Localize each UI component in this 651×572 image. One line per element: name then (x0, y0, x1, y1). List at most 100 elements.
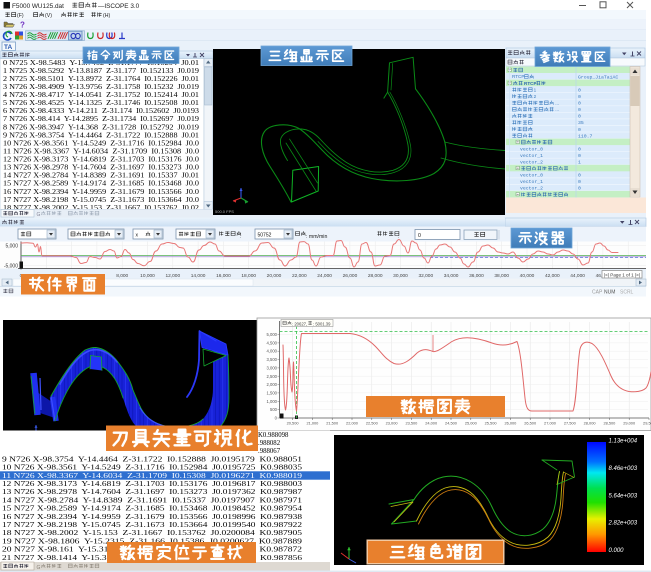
svg-text:vector_0: vector_0 (520, 173, 543, 179)
svg-text:7 N726 X-98.414 Y-14.2895 Z-: 7 N726 X-98.414 Y-14.2895 Z-31.1734 I0.1… (3, 116, 200, 123)
svg-text:0: 0 (578, 101, 581, 107)
svg-text:14,000: 14,000 (191, 273, 206, 279)
svg-text:.988067: .988067 (258, 448, 281, 455)
svg-text:14 N727 X-98.2784 Y-14.8389: 14 N727 X-98.2784 Y-14.8389 Z-31.1691 I0… (3, 173, 200, 180)
svg-text:5.64e+003: 5.64e+003 (609, 493, 638, 499)
svg-text:16,000: 16,000 (216, 273, 231, 279)
svg-text:21,500: 21,500 (326, 421, 339, 426)
svg-text:0: 0 (578, 146, 581, 152)
svg-text:SCRL: SCRL (620, 290, 634, 296)
svg-text:: 5001.39: : 5001.39 (313, 321, 331, 326)
svg-text:26,000: 26,000 (504, 421, 517, 426)
svg-text:1.13e+004: 1.13e+004 (609, 439, 638, 445)
svg-text:2: 2 (534, 94, 537, 99)
svg-text:10,000: 10,000 (140, 273, 155, 279)
svg-text:38,000: 38,000 (494, 273, 509, 279)
svg-text:(F): (F) (17, 13, 24, 19)
svg-text:0: 0 (578, 127, 581, 133)
svg-text:15 N727 X-98.2589 Y-14.9174: 15 N727 X-98.2589 Y-14.9174 Z-31.1685 I0… (2, 506, 303, 513)
svg-text:(H): (H) (103, 13, 110, 19)
svg-text:24,000: 24,000 (425, 421, 438, 426)
svg-text:23,500: 23,500 (405, 421, 418, 426)
svg-text:16 N727 X-98.2394 Y-14.9959: 16 N727 X-98.2394 Y-14.9959 Z-31.1679 I0… (3, 189, 200, 196)
svg-text:20,500: 20,500 (287, 421, 300, 426)
svg-text:12 N726 X-98.3173 Y-14.6819: 12 N726 X-98.3173 Y-14.6819 Z-31.1703 I0… (2, 481, 303, 488)
svg-text:12 N726 X-98.3173 Y-14.6819: 12 N726 X-98.3173 Y-14.6819 Z-31.1703 I0… (3, 157, 200, 164)
svg-text:6 N726 X-98.4333 Y-14.211 Z-: 6 N726 X-98.4333 Y-14.211 Z-31.174 I0.15… (3, 108, 200, 115)
svg-text:(V): (V) (45, 13, 52, 19)
svg-text:0: 0 (578, 173, 581, 179)
svg-text:4,000: 4,000 (267, 349, 278, 354)
svg-text:2.82e+003: 2.82e+003 (608, 521, 638, 527)
svg-text:3,000: 3,000 (267, 365, 278, 370)
svg-text:.988082: .988082 (258, 440, 281, 447)
svg-text:28,000: 28,000 (368, 273, 383, 279)
svg-text:G: G (37, 565, 41, 571)
svg-text:1 N725 X-98.5292 Y-13.8187 Z: 1 N725 X-98.5292 Y-13.8187 Z-31.177 I0.1… (3, 68, 200, 75)
svg-text:0: 0 (418, 233, 421, 239)
svg-text:0: 0 (578, 114, 581, 120)
svg-text:TA: TA (4, 44, 12, 51)
svg-text:13 N726 X-98.2978 Y-14.7604: 13 N726 X-98.2978 Y-14.7604 Z-31.1697 I0… (2, 489, 303, 496)
svg-text:12,000: 12,000 (165, 273, 180, 279)
svg-text:vector_2: vector_2 (520, 160, 543, 166)
svg-text:18,000: 18,000 (241, 273, 256, 279)
svg-text:24,500: 24,500 (445, 421, 458, 426)
svg-text:: 20627,: : 20627, (292, 321, 307, 326)
svg-text:3 N726 X-98.4909 Y-13.9756 Z: 3 N726 X-98.4909 Y-13.9756 Z-31.1758 I0.… (3, 84, 200, 91)
svg-text:|<| Page 1 of 1 |>|: |<| Page 1 of 1 |>| (604, 273, 640, 278)
svg-text:13 N726 X-98.2978 Y-14.7604: 13 N726 X-98.2978 Y-14.7604 Z-31.1697 I0… (3, 165, 200, 172)
svg-text:Group_JiaTaiAC: Group_JiaTaiAC (578, 74, 618, 80)
svg-text:29,000: 29,000 (623, 421, 636, 426)
svg-text:18 N727 X-98.2002 Y-15.153 Z: 18 N727 X-98.2002 Y-15.153 Z-31.1667 I0.… (2, 530, 303, 537)
svg-text:110.7: 110.7 (578, 133, 593, 139)
svg-text:G: G (37, 212, 41, 218)
svg-text:27,000: 27,000 (544, 421, 557, 426)
svg-text:RTCP: RTCP (524, 81, 537, 86)
svg-text:21,000: 21,000 (306, 421, 319, 426)
svg-text:vector_1: vector_1 (520, 179, 543, 185)
svg-text:22,000: 22,000 (346, 421, 359, 426)
svg-text:0: 0 (578, 107, 581, 113)
svg-text:2,000: 2,000 (267, 382, 278, 387)
svg-text:5,000: 5,000 (267, 332, 278, 337)
svg-text:26,500: 26,500 (524, 421, 537, 426)
svg-text:42,000: 42,000 (545, 273, 560, 279)
svg-text:4 N726 X-98.4717 Y-14.0541 Z: 4 N726 X-98.4717 Y-14.0541 Z-31.1752 I0.… (3, 92, 200, 99)
svg-text:24,000: 24,000 (317, 273, 332, 279)
svg-text:44,000: 44,000 (570, 273, 585, 279)
svg-text:17 N727 X-98.2198 Y-15.0745: 17 N727 X-98.2198 Y-15.0745 Z-31.1673 I0… (3, 197, 200, 204)
svg-text:8 N726 X-98.3947 Y-14.368 Z-: 8 N726 X-98.3947 Y-14.368 Z-31.1728 I0.1… (3, 124, 200, 131)
svg-text:28,500: 28,500 (603, 421, 616, 426)
svg-text:0: 0 (578, 179, 581, 185)
svg-text:10 N726 X-98.3561 Y-14.5249: 10 N726 X-98.3561 Y-14.5249 Z-31.1716 I0… (2, 465, 303, 472)
svg-text:23,000: 23,000 (386, 421, 399, 426)
svg-text:3,500: 3,500 (267, 357, 278, 362)
svg-text:?: ? (20, 21, 25, 30)
svg-text:1: 1 (534, 87, 537, 92)
svg-text:8,000: 8,000 (116, 273, 128, 279)
svg-text:34,000: 34,000 (444, 273, 459, 279)
svg-text:10 N726 X-98.3561 Y-14.5249: 10 N726 X-98.3561 Y-14.5249 Z-31.1716 I0… (3, 140, 200, 147)
svg-text:5,000: 5,000 (5, 244, 18, 250)
svg-text:40,000: 40,000 (520, 273, 535, 279)
svg-text:CAP: CAP (592, 290, 603, 296)
svg-text:28,000: 28,000 (584, 421, 597, 426)
svg-text:32,000: 32,000 (418, 273, 433, 279)
svg-text:...: ... (555, 107, 559, 112)
svg-text:—ISCOPE 3.0: —ISCOPE 3.0 (98, 3, 140, 10)
svg-text:0: 0 (578, 94, 581, 100)
svg-text:35: 35 (578, 120, 584, 126)
svg-text:20,000: 20,000 (267, 273, 282, 279)
svg-text:5 N726 X-98.4525 Y-14.1325 Z: 5 N726 X-98.4525 Y-14.1325 Z-31.1746 I0.… (3, 100, 200, 107)
svg-text:2 N725 X-98.5101 Y-13.8972 Z: 2 N725 X-98.5101 Y-13.8972 Z-31.1764 I0.… (3, 76, 200, 83)
svg-text:29,500: 29,500 (643, 421, 651, 426)
svg-text:22,000: 22,000 (292, 273, 307, 279)
svg-text:0: 0 (578, 186, 581, 192)
svg-text:500: 500 (270, 407, 278, 412)
svg-text:...: ... (555, 101, 559, 106)
svg-text:27,500: 27,500 (564, 421, 577, 426)
svg-text:1: 1 (578, 160, 581, 166)
svg-text:16 N727 X-98.2394 Y-14.9959: 16 N727 X-98.2394 Y-14.9959 Z-31.1679 I0… (2, 514, 303, 521)
svg-text:: mm/min: : mm/min (306, 234, 327, 240)
